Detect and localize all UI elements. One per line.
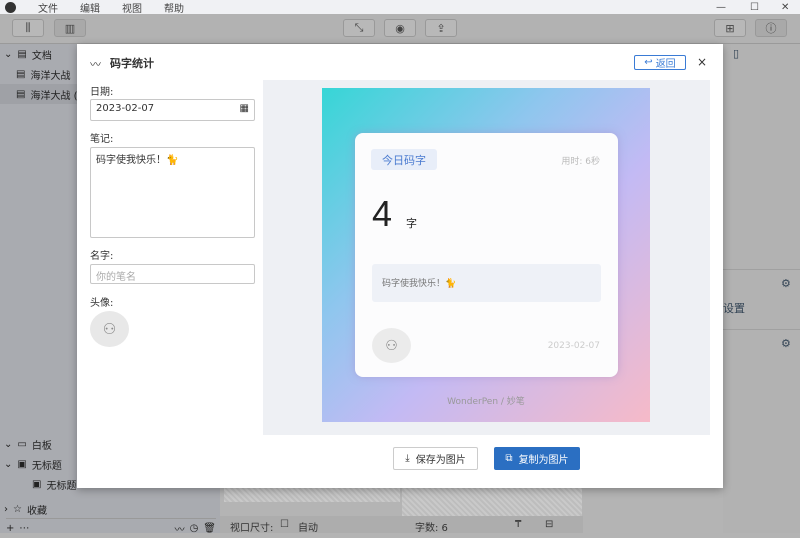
date-input[interactable]: 2023-02-07 ▦ xyxy=(90,99,255,121)
preview-area: 今日码字 用时: 6秒 4 字 码字使我快乐！🐈 ⚇ 2023-02-07 Wo… xyxy=(263,80,710,435)
board-icon: ▣ xyxy=(17,458,27,470)
history-icon[interactable]: ◷ xyxy=(190,523,199,534)
word-count-number: 4 xyxy=(372,193,393,234)
avatar-upload[interactable]: ⚇ xyxy=(90,311,129,347)
card-date: 2023-02-07 xyxy=(547,341,600,351)
app-logo-icon xyxy=(5,1,16,13)
gear-icon[interactable]: ⚙ xyxy=(781,337,791,350)
menu-file[interactable]: 文件 xyxy=(38,0,58,15)
sidebar-doc-item[interactable]: ▤ 海洋大战 xyxy=(16,64,70,84)
dialog-title: 码字统计 xyxy=(110,57,154,70)
print-icon[interactable]: ⊟ xyxy=(545,519,553,530)
docs-label: 文档 xyxy=(31,50,52,62)
doc-label: 海洋大战 xyxy=(30,70,71,82)
copy-icon: ⧉ xyxy=(505,453,513,464)
chevron-down-icon: ⌄ xyxy=(4,48,13,60)
menu-bar: 文件 编辑 视图 帮助 — ☐ ✕ xyxy=(0,0,800,15)
word-count: 字数: 6 xyxy=(415,523,448,534)
sidebar-favorites-header[interactable]: › ☆ 收藏 xyxy=(4,499,47,519)
back-arrow-icon: ↩ xyxy=(644,57,653,68)
card-note: 码字使我快乐！🐈 xyxy=(372,264,601,302)
stats-icon[interactable]: 〰 xyxy=(175,521,185,536)
wb-label: 无标题 xyxy=(46,480,77,492)
settings-link[interactable]: 设置 xyxy=(723,300,745,316)
fullscreen-toolbar-button[interactable]: ⤡ xyxy=(343,19,375,37)
date-value: 2023-02-07 xyxy=(96,103,155,114)
sidebar-footer: + ⋯ 〰 ◷ 🗑 xyxy=(6,518,216,538)
date-label: 日期: xyxy=(90,87,114,98)
map-icon[interactable]: ▯ xyxy=(733,47,739,60)
status-bar: 视口尺寸: ☐ 自动 字数: 6 ₸ ⊟ xyxy=(220,516,583,534)
sidebar-wb-item[interactable]: ▣ 无标题 xyxy=(32,474,76,494)
back-button[interactable]: ↩ 返回 xyxy=(634,55,686,70)
preview-toolbar-button[interactable]: ◉ xyxy=(384,19,416,37)
note-value: 码字使我快乐！🐈 xyxy=(96,155,179,166)
editor-background xyxy=(402,488,582,516)
editor-background xyxy=(224,488,400,502)
card-note-text: 码字使我快乐！🐈 xyxy=(382,279,457,289)
maximize-button[interactable]: ☐ xyxy=(750,2,759,13)
stats-poster: 今日码字 用时: 6秒 4 字 码字使我快乐！🐈 ⚇ 2023-02-07 Wo… xyxy=(322,88,650,422)
viewport-icon: ☐ xyxy=(280,519,289,530)
stats-icon: 〰 xyxy=(90,58,101,71)
calendar-icon[interactable]: ▦ xyxy=(240,103,249,117)
whiteboard-label: 白板 xyxy=(31,440,52,452)
user-icon: ⚇ xyxy=(385,337,398,354)
chevron-down-icon: ⌄ xyxy=(4,438,13,450)
sidebar-whiteboard-header[interactable]: ⌄ ▭ 白板 xyxy=(4,434,52,454)
close-window-button[interactable]: ✕ xyxy=(781,2,789,13)
today-badge: 今日码字 xyxy=(371,149,437,170)
user-icon: ⚇ xyxy=(102,320,117,338)
copy-label: 复制为图片 xyxy=(518,455,569,466)
close-dialog-button[interactable]: × xyxy=(697,55,707,69)
document-icon: ▤ xyxy=(16,88,26,100)
stats-toolbar-button[interactable]: ⫼ xyxy=(12,19,44,37)
download-icon: ⤓ xyxy=(405,453,410,464)
note-textarea[interactable]: 码字使我快乐！🐈 xyxy=(90,147,255,238)
trash-icon[interactable]: 🗑 xyxy=(203,523,216,534)
favorites-label: 收藏 xyxy=(26,505,47,517)
sidebar-wb-item[interactable]: ⌄ ▣ 无标题 xyxy=(4,454,62,474)
chevron-right-icon: › xyxy=(4,503,8,515)
more-icon[interactable]: ⋯ xyxy=(19,523,29,534)
save-as-image-button[interactable]: ⤓ 保存为图片 xyxy=(393,447,478,470)
chevron-down-icon: ⌄ xyxy=(4,458,13,470)
name-input[interactable]: 你的笔名 xyxy=(90,264,255,284)
board-icon: ▣ xyxy=(32,478,42,490)
info-toolbar-button[interactable]: ⓘ xyxy=(755,19,787,37)
name-placeholder: 你的笔名 xyxy=(96,272,136,283)
star-icon: ☆ xyxy=(13,503,22,515)
menu-view[interactable]: 视图 xyxy=(122,0,142,15)
grid-toolbar-button[interactable]: ⊞ xyxy=(714,19,746,37)
time-used: 用时: 6秒 xyxy=(561,157,600,167)
back-label: 返回 xyxy=(655,59,676,70)
viewport-value[interactable]: 自动 xyxy=(298,519,318,534)
poster-footer: WonderPen / 妙笔 xyxy=(447,397,525,407)
save-label: 保存为图片 xyxy=(415,455,466,466)
stats-card: 今日码字 用时: 6秒 4 字 码字使我快乐！🐈 ⚇ 2023-02-07 xyxy=(355,133,618,377)
wb-label: 无标题 xyxy=(31,460,62,472)
sidebar-docs-header[interactable]: ⌄ ▤ 文档 xyxy=(4,44,52,64)
minimize-button[interactable]: — xyxy=(716,2,726,13)
word-unit: 字 xyxy=(406,217,417,230)
add-icon[interactable]: + xyxy=(6,523,14,534)
export-toolbar-button[interactable]: ⇪ xyxy=(425,19,457,37)
copy-as-image-button[interactable]: ⧉ 复制为图片 xyxy=(494,447,580,470)
viewport-label: 视口尺寸: xyxy=(230,523,274,534)
menu-edit[interactable]: 编辑 xyxy=(80,0,100,15)
gear-icon[interactable]: ⚙ xyxy=(781,277,791,290)
card-avatar: ⚇ xyxy=(372,328,411,363)
archive-icon: ▤ xyxy=(17,48,27,60)
note-label: 笔记: xyxy=(90,134,114,145)
format-icon[interactable]: ₸ xyxy=(515,519,521,530)
menu-help[interactable]: 帮助 xyxy=(164,0,184,15)
layout-toolbar-button[interactable]: ▥ xyxy=(54,19,86,37)
right-pane: ▯ ⚙ 设置 ⚙ xyxy=(723,44,800,533)
name-label: 名字: xyxy=(90,251,114,262)
avatar-label: 头像: xyxy=(90,298,114,309)
word-stats-dialog: 〰 码字统计 ↩ 返回 × 日期: 2023-02-07 ▦ 笔记: 码字使我快乐！… xyxy=(77,44,723,488)
toolbar: ⫼ ▥ ⤡ ◉ ⇪ ⊞ ⓘ xyxy=(0,14,800,44)
document-icon: ▤ xyxy=(16,68,26,80)
whiteboard-icon: ▭ xyxy=(17,438,27,450)
